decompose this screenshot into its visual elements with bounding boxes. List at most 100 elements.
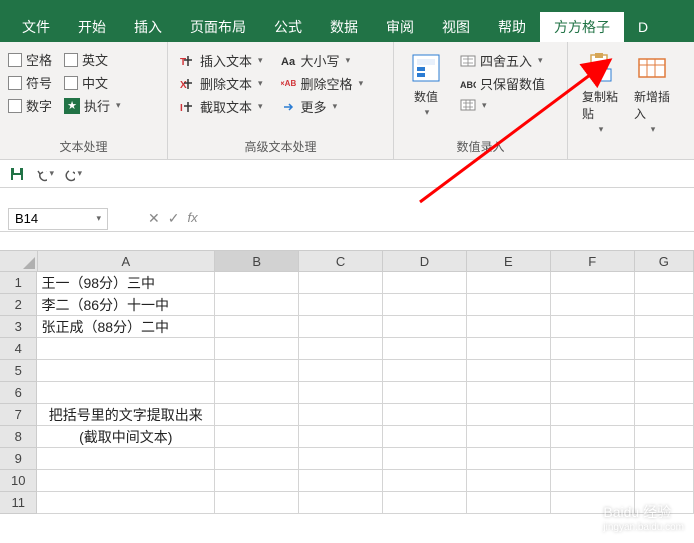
tab-d[interactable]: D <box>624 12 662 42</box>
cell-G7[interactable] <box>635 404 694 426</box>
cell-E3[interactable] <box>467 316 551 338</box>
cell-B10[interactable] <box>215 470 299 492</box>
cell-D2[interactable] <box>383 294 467 316</box>
fx-icon[interactable]: fx <box>187 210 197 227</box>
cell-E2[interactable] <box>467 294 551 316</box>
cell-E6[interactable] <box>467 382 551 404</box>
cell-A6[interactable] <box>37 382 215 404</box>
cell-A1[interactable]: 王一（98分）三中 <box>37 272 215 294</box>
cell-A3[interactable]: 张正成（88分）二中 <box>37 316 215 338</box>
cell-D8[interactable] <box>383 426 467 448</box>
chk-symbol[interactable]: 符号 <box>8 73 52 92</box>
cell-D10[interactable] <box>383 470 467 492</box>
cell-A9[interactable] <box>37 448 215 470</box>
cell-A10[interactable] <box>37 470 215 492</box>
cell-D4[interactable] <box>383 338 467 360</box>
cell-F3[interactable] <box>551 316 635 338</box>
cell-B11[interactable] <box>215 492 299 514</box>
cell-B7[interactable] <box>215 404 299 426</box>
cell-C1[interactable] <box>299 272 383 294</box>
undo-button[interactable]: ▾ <box>36 165 54 183</box>
row-header[interactable]: 7 <box>0 404 37 426</box>
cell-C9[interactable] <box>299 448 383 470</box>
col-header-D[interactable]: D <box>383 251 467 271</box>
btn-case[interactable]: Aa大小写▾ <box>277 50 368 71</box>
cell-C11[interactable] <box>299 492 383 514</box>
cell-F2[interactable] <box>551 294 635 316</box>
cell-D6[interactable] <box>383 382 467 404</box>
cell-G5[interactable] <box>635 360 694 382</box>
btn-copy-paste[interactable]: 复制粘贴▾ <box>576 46 624 139</box>
btn-insert-text[interactable]: T插入文本▾ <box>176 50 267 71</box>
cell-B4[interactable] <box>215 338 299 360</box>
row-header[interactable]: 6 <box>0 382 37 404</box>
row-header[interactable]: 3 <box>0 316 37 338</box>
cell-B2[interactable] <box>215 294 299 316</box>
cell-E10[interactable] <box>467 470 551 492</box>
row-header[interactable]: 5 <box>0 360 37 382</box>
cell-B6[interactable] <box>215 382 299 404</box>
btn-delete-text[interactable]: X删除文本▾ <box>176 73 267 94</box>
col-header-G[interactable]: G <box>635 251 694 271</box>
cell-D1[interactable] <box>383 272 467 294</box>
tab-ffgz[interactable]: 方方格子 <box>540 12 624 42</box>
cell-E4[interactable] <box>467 338 551 360</box>
cancel-formula-button[interactable]: ✕ <box>148 210 160 227</box>
name-box[interactable]: B14 ▾ <box>8 208 108 230</box>
cell-G10[interactable] <box>635 470 694 492</box>
cell-E11[interactable] <box>467 492 551 514</box>
cell-C7[interactable] <box>299 404 383 426</box>
cell-E5[interactable] <box>467 360 551 382</box>
col-header-F[interactable]: F <box>551 251 635 271</box>
tab-file[interactable]: 文件 <box>8 12 64 42</box>
cell-F7[interactable] <box>551 404 635 426</box>
cell-A2[interactable]: 李二（86分）十一中 <box>37 294 215 316</box>
btn-round[interactable]: 四舍五入▾ <box>456 50 549 71</box>
cell-B3[interactable] <box>215 316 299 338</box>
save-button[interactable] <box>8 165 26 183</box>
cell-A7[interactable]: 把括号里的文字提取出来 <box>37 404 215 426</box>
tab-formulas[interactable]: 公式 <box>260 12 316 42</box>
tab-insert[interactable]: 插入 <box>120 12 176 42</box>
cell-G6[interactable] <box>635 382 694 404</box>
row-header[interactable]: 4 <box>0 338 37 360</box>
btn-extract-text[interactable]: I截取文本▾ <box>176 96 267 117</box>
cell-D7[interactable] <box>383 404 467 426</box>
cell-G4[interactable] <box>635 338 694 360</box>
cell-G1[interactable] <box>635 272 694 294</box>
cell-A11[interactable] <box>37 492 215 514</box>
cell-D5[interactable] <box>383 360 467 382</box>
tab-view[interactable]: 视图 <box>428 12 484 42</box>
btn-extra[interactable]: ▾ <box>456 96 549 114</box>
cell-D11[interactable] <box>383 492 467 514</box>
btn-delete-space[interactable]: ×AB删除空格▾ <box>277 73 368 94</box>
chk-en[interactable]: 英文 <box>64 50 121 69</box>
cell-B9[interactable] <box>215 448 299 470</box>
chk-space[interactable]: 空格 <box>8 50 52 69</box>
select-all-corner[interactable] <box>0 251 38 271</box>
cell-G2[interactable] <box>635 294 694 316</box>
tab-home[interactable]: 开始 <box>64 12 120 42</box>
tab-review[interactable]: 审阅 <box>372 12 428 42</box>
col-header-C[interactable]: C <box>299 251 383 271</box>
cell-B1[interactable] <box>215 272 299 294</box>
cell-F1[interactable] <box>551 272 635 294</box>
cell-C10[interactable] <box>299 470 383 492</box>
enter-formula-button[interactable]: ✓ <box>168 210 180 227</box>
cell-E8[interactable] <box>467 426 551 448</box>
cell-C6[interactable] <box>299 382 383 404</box>
chk-exec[interactable]: ★执行▾ <box>64 96 121 115</box>
row-header[interactable]: 8 <box>0 426 37 448</box>
btn-more[interactable]: 更多▾ <box>277 96 368 117</box>
cell-F10[interactable] <box>551 470 635 492</box>
cell-G8[interactable] <box>635 426 694 448</box>
redo-button[interactable]: ▾ <box>64 165 82 183</box>
cell-C2[interactable] <box>299 294 383 316</box>
cell-F9[interactable] <box>551 448 635 470</box>
cell-D3[interactable] <box>383 316 467 338</box>
row-header[interactable]: 9 <box>0 448 37 470</box>
cell-D9[interactable] <box>383 448 467 470</box>
chk-cn[interactable]: 中文 <box>64 73 121 92</box>
col-header-B[interactable]: B <box>215 251 299 271</box>
btn-add-insert[interactable]: 新增插入▾ <box>628 46 676 139</box>
